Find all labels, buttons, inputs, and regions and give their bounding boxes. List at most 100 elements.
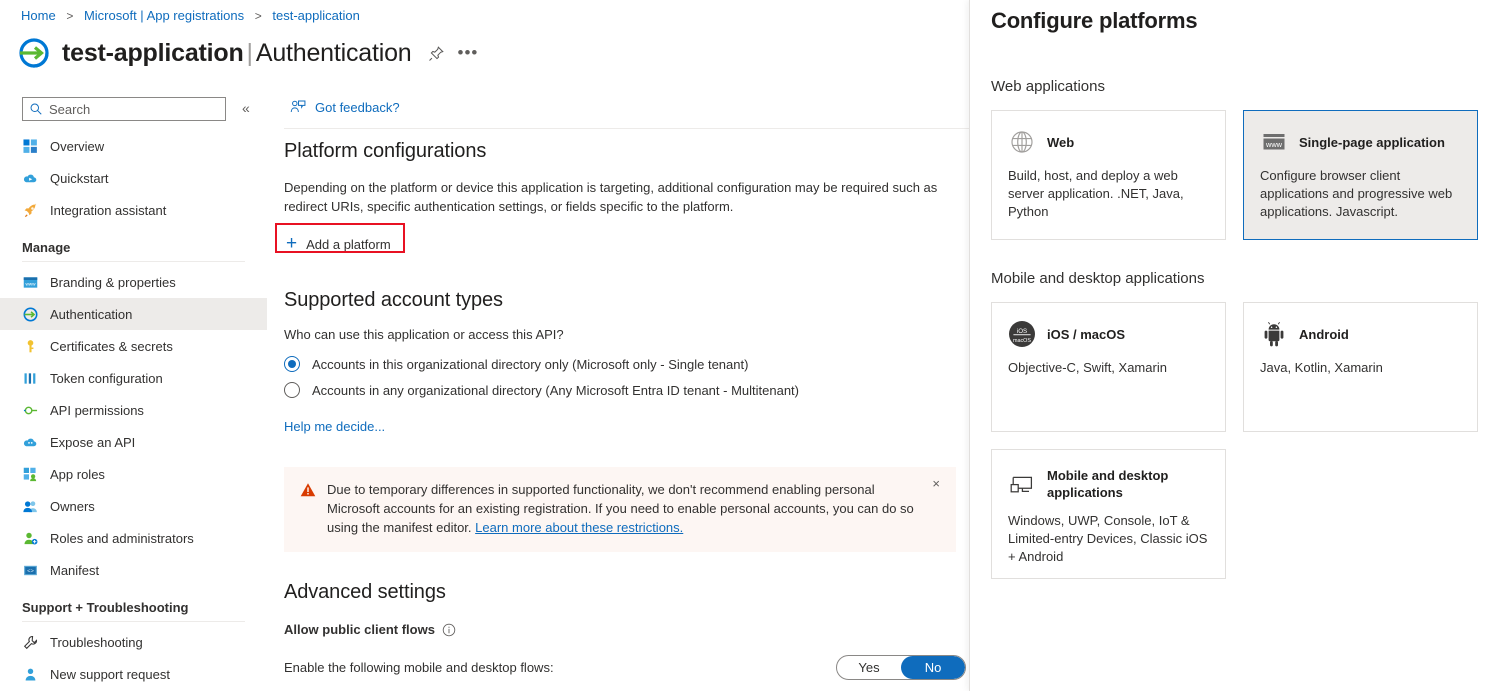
sidebar-item-new-support-request[interactable]: New support request <box>0 658 267 690</box>
card-header: Mobile and desktop applications <box>1008 467 1209 501</box>
sidebar-item-label: Roles and administrators <box>50 530 194 546</box>
sidebar-item-manifest[interactable]: <> Manifest <box>0 554 267 586</box>
platform-card-single-page-application[interactable]: www Single-page application Configure br… <box>1243 110 1478 240</box>
card-title: Android <box>1299 326 1349 342</box>
more-options-button[interactable]: ••• <box>458 44 479 61</box>
mobile-desktop-card-grid: iOS macOS iOS / macOS Objective-C, Swift… <box>991 302 1491 579</box>
monitor-device-icon <box>1008 470 1036 498</box>
breadcrumb-item-test-application[interactable]: test-application <box>272 8 359 23</box>
token-bars-icon <box>22 370 38 386</box>
card-title: Web <box>1047 134 1075 150</box>
sidebar-item-label: Quickstart <box>50 170 109 186</box>
got-feedback-button[interactable]: Got feedback? <box>290 99 400 115</box>
svg-text:iOS: iOS <box>1017 328 1027 335</box>
sidebar-group-label: Support + Troubleshooting <box>22 600 189 615</box>
roles-admin-icon <box>22 530 38 546</box>
azure-portal-screen: Home > Microsoft | App registrations > t… <box>0 0 1495 691</box>
platform-card-ios-macos[interactable]: iOS macOS iOS / macOS Objective-C, Swift… <box>991 302 1226 432</box>
sidebar-item-label: Expose an API <box>50 434 136 450</box>
radio-multitenant[interactable]: Accounts in any organizational directory… <box>284 377 969 403</box>
sidebar-item-api-permissions[interactable]: API permissions <box>0 394 267 426</box>
sidebar-nav: Overview Quickstart Integration assistan… <box>0 130 267 690</box>
app-roles-icon <box>22 466 38 482</box>
platform-card-android[interactable]: Android Java, Kotlin, Xamarin <box>1243 302 1478 432</box>
breadcrumb-item-home[interactable]: Home <box>21 8 56 23</box>
sidebar-item-integration-assistant[interactable]: Integration assistant <box>0 194 267 226</box>
sidebar-item-owners[interactable]: Owners <box>0 490 267 522</box>
sidebar-group-manage: Manage <box>0 240 267 262</box>
info-icon[interactable] <box>442 623 456 637</box>
platform-configurations-description: Depending on the platform or device this… <box>284 180 938 214</box>
breadcrumb-item-app-registrations[interactable]: Microsoft | App registrations <box>84 8 244 23</box>
sidebar-item-label: New support request <box>50 666 170 682</box>
close-icon[interactable]: × <box>932 477 940 490</box>
add-a-platform-button[interactable]: + Add a platform <box>284 233 391 255</box>
sidebar-item-token-configuration[interactable]: Token configuration <box>0 362 267 394</box>
card-title: Mobile and desktop applications <box>1047 468 1169 500</box>
svg-text:<>: <> <box>27 567 34 574</box>
sidebar-item-overview[interactable]: Overview <box>0 130 267 162</box>
key-icon <box>22 338 38 354</box>
search-input[interactable] <box>22 97 226 121</box>
page-title-separator: | <box>246 38 254 67</box>
panel-title: Configure platforms <box>991 8 1198 33</box>
sidebar-item-troubleshooting[interactable]: Troubleshooting <box>0 626 267 658</box>
feedback-person-icon <box>290 99 306 115</box>
card-header: Android <box>1260 320 1461 348</box>
allow-public-client-flows-label: Allow public client flows <box>284 622 969 637</box>
sidebar-item-expose-an-api[interactable]: Expose an API <box>0 426 267 458</box>
web-applications-heading: Web applications <box>991 78 1105 95</box>
page-title-primary: test-application <box>62 38 244 67</box>
www-browser-icon: www <box>1260 128 1288 156</box>
search-field[interactable] <box>49 101 219 117</box>
card-title: Single-page application <box>1299 134 1445 150</box>
public-client-flows-toggle[interactable]: Yes No <box>836 655 966 680</box>
warning-banner: Due to temporary differences in supporte… <box>284 467 956 552</box>
branding-window-icon: www <box>22 274 38 290</box>
pin-icon[interactable] <box>426 42 448 64</box>
sidebar-group-support-troubleshooting: Support + Troubleshooting <box>0 600 267 622</box>
main-blade: Home > Microsoft | App registrations > t… <box>0 0 969 691</box>
collapse-sidebar-button[interactable]: « <box>242 99 250 117</box>
api-permissions-icon <box>22 402 38 418</box>
ios-macos-icon: iOS macOS <box>1008 320 1036 348</box>
breadcrumb: Home > Microsoft | App registrations > t… <box>21 7 360 25</box>
svg-text:www: www <box>25 281 36 286</box>
learn-more-link[interactable]: Learn more about these restrictions. <box>475 520 683 535</box>
sidebar-group-divider <box>22 261 245 262</box>
card-description: Objective-C, Swift, Xamarin <box>1008 360 1167 375</box>
help-me-decide-link[interactable]: Help me decide... <box>284 419 385 434</box>
sidebar-item-certificates-secrets[interactable]: Certificates & secrets <box>0 330 267 362</box>
plus-icon: + <box>286 233 298 254</box>
configure-platforms-panel: Configure platforms Web applications Web… <box>969 0 1495 691</box>
toggle-option-no[interactable]: No <box>901 656 965 679</box>
card-title: iOS / macOS <box>1047 326 1126 342</box>
sidebar-item-roles-and-administrators[interactable]: Roles and administrators <box>0 522 267 554</box>
sidebar-item-app-roles[interactable]: App roles <box>0 458 267 490</box>
android-icon <box>1260 320 1288 348</box>
sidebar-group-label: Manage <box>22 240 71 255</box>
page-title-secondary: Authentication <box>255 38 412 67</box>
sidebar-item-label: Token configuration <box>50 370 163 386</box>
sidebar-group-divider <box>22 621 245 622</box>
got-feedback-label: Got feedback? <box>315 99 400 115</box>
sidebar-item-label: API permissions <box>50 402 144 418</box>
platform-card-web[interactable]: Web Build, host, and deploy a web server… <box>991 110 1226 240</box>
platform-configurations-heading: Platform configurations <box>284 140 487 162</box>
platform-card-mobile-and-desktop-applications[interactable]: Mobile and desktop applications Windows,… <box>991 449 1226 579</box>
radio-label: Accounts in this organizational director… <box>312 356 749 372</box>
card-description: Java, Kotlin, Xamarin <box>1260 360 1383 375</box>
sidebar-item-branding-properties[interactable]: www Branding & properties <box>0 266 267 298</box>
expose-api-cloud-icon <box>22 434 38 450</box>
quickstart-cloud-icon <box>22 170 38 186</box>
mobile-desktop-applications-heading: Mobile and desktop applications <box>991 270 1205 287</box>
sidebar-item-authentication[interactable]: Authentication <box>0 298 267 330</box>
page-header: test-application | Authentication ••• <box>18 33 478 73</box>
toggle-option-yes[interactable]: Yes <box>837 656 901 679</box>
radio-label: Accounts in any organizational directory… <box>312 382 799 398</box>
sidebar-item-quickstart[interactable]: Quickstart <box>0 162 267 194</box>
authentication-arrow-icon <box>22 306 38 322</box>
radio-single-tenant[interactable]: Accounts in this organizational director… <box>284 351 969 377</box>
app-registration-icon <box>18 37 50 69</box>
